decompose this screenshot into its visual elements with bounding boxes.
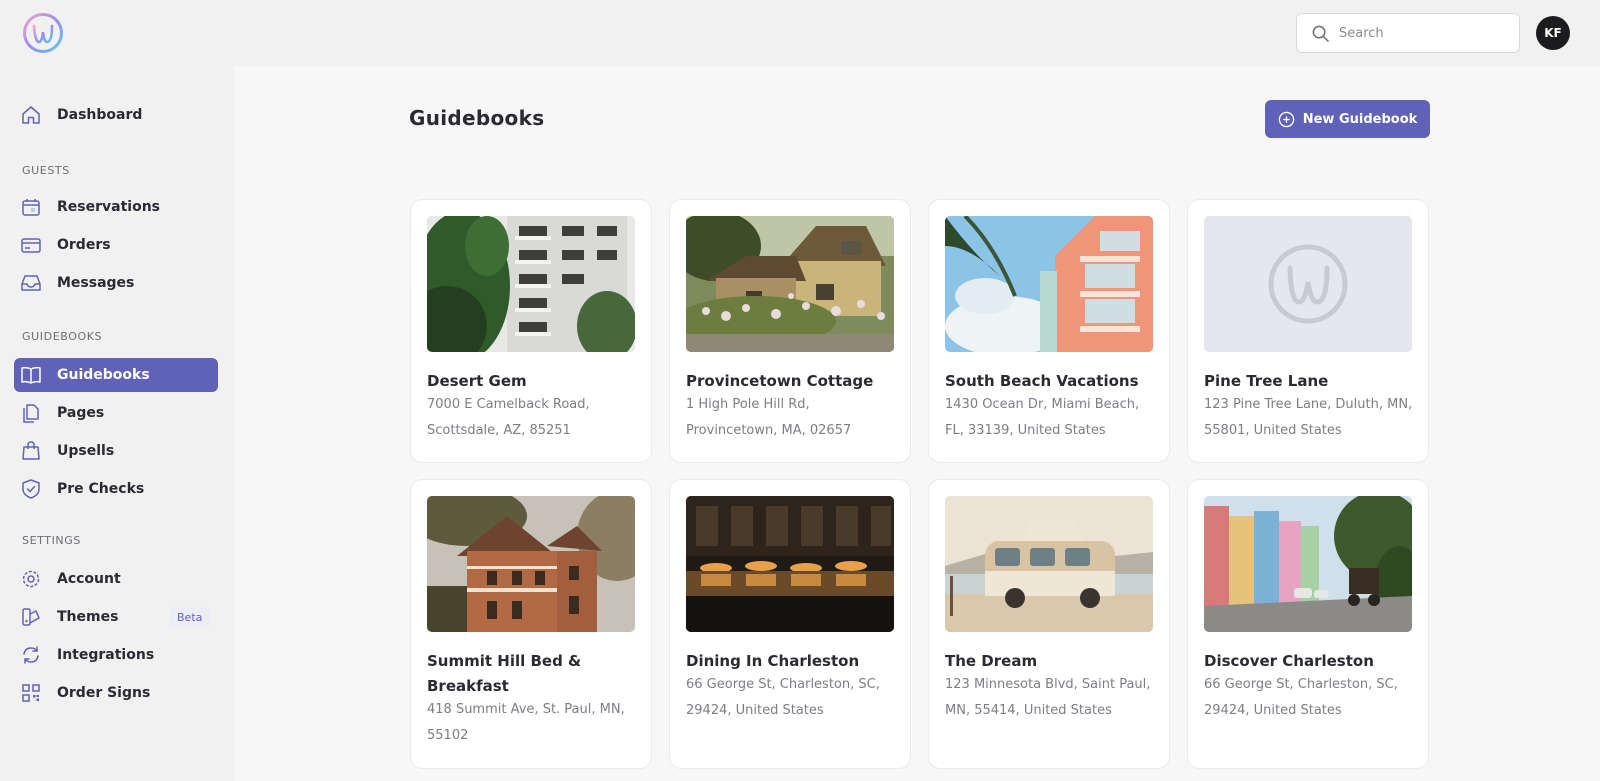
sidebar-item-orders[interactable]: Orders — [14, 228, 218, 262]
sidebar-item-label: Integrations — [57, 647, 155, 663]
guidebook-card[interactable]: Dining In Charleston 66 George St, Charl… — [669, 479, 911, 769]
guidebook-title: The Dream — [945, 652, 1038, 670]
main-content: Guidebooks New Guidebook Desert Gem 7000… — [234, 66, 1600, 781]
sidebar-item-label: Dashboard — [57, 107, 143, 123]
guidebook-title: Desert Gem — [427, 372, 527, 390]
guidebook-address: 123 Pine Tree Lane, Duluth, MN, 55801, U… — [1204, 397, 1413, 438]
sidebar: Dashboard GUESTS Reservations Orders Mes… — [0, 66, 234, 781]
guidebook-title: Pine Tree Lane — [1204, 372, 1329, 390]
guidebook-address: 1 High Pole Hill Rd, Provincetown, MA, 0… — [686, 397, 852, 438]
colorful-street-photo — [1204, 496, 1412, 632]
sidebar-item-label: Account — [57, 571, 121, 587]
placeholder-logo — [1204, 216, 1412, 352]
sidebar-item-label: Themes — [57, 609, 119, 625]
home-icon — [22, 106, 40, 124]
guidebook-card[interactable]: Desert Gem 7000 E Camelback Road, Scotts… — [410, 199, 652, 463]
guidebook-address: 418 Summit Ave, St. Paul, MN, 55102 — [427, 702, 625, 743]
sidebar-item-upsells[interactable]: Upsells — [14, 434, 218, 468]
art-deco-hotel-photo — [945, 216, 1153, 352]
search-icon — [1312, 25, 1329, 42]
guidebook-title: South Beach Vacations — [945, 372, 1139, 390]
sync-icon — [23, 646, 39, 664]
guidebook-title: Provincetown Cottage — [686, 372, 874, 390]
victorian-house-photo — [427, 496, 635, 632]
section-label-guidebooks: GUIDEBOOKS — [22, 330, 103, 343]
sidebar-item-dashboard[interactable]: Dashboard — [14, 98, 218, 132]
shopping-bag-icon — [22, 441, 40, 460]
credit-card-icon — [21, 238, 41, 253]
guidebook-card[interactable]: Summit Hill Bed & Breakfast 418 Summit A… — [410, 479, 652, 769]
guidebook-card[interactable]: Discover Charleston 66 George St, Charle… — [1187, 479, 1429, 769]
sidebar-item-order-signs[interactable]: Order Signs — [14, 676, 218, 710]
inbox-icon — [21, 275, 41, 291]
sidebar-item-pages[interactable]: Pages — [14, 396, 218, 430]
section-label-guests: GUESTS — [22, 164, 70, 177]
sidebar-item-label: Pre Checks — [57, 481, 145, 497]
sidebar-item-label: Orders — [57, 237, 111, 253]
camper-van-photo — [945, 496, 1153, 632]
sidebar-item-integrations[interactable]: Integrations — [14, 638, 218, 672]
guidebook-card[interactable]: South Beach Vacations 1430 Ocean Dr, Mia… — [928, 199, 1170, 463]
gear-icon — [22, 570, 40, 588]
qr-code-icon — [22, 684, 40, 702]
new-guidebook-button[interactable]: New Guidebook — [1265, 100, 1430, 138]
sidebar-item-pre-checks[interactable]: Pre Checks — [14, 472, 218, 506]
new-guidebook-label: New Guidebook — [1302, 111, 1418, 127]
guidebook-title: Dining In Charleston — [686, 652, 860, 670]
sidebar-item-messages[interactable]: Messages — [14, 266, 218, 300]
calendar-icon — [22, 199, 40, 216]
guidebook-address: 123 Minnesota Blvd, Saint Paul, MN, 5541… — [945, 677, 1151, 718]
sidebar-item-guidebooks[interactable]: Guidebooks — [14, 358, 218, 392]
sidebar-item-label: Upsells — [57, 443, 115, 459]
pages-icon — [23, 404, 39, 423]
sidebar-item-label: Reservations — [57, 199, 160, 215]
plus-circle-icon — [1278, 111, 1294, 127]
beta-badge: Beta — [169, 607, 211, 628]
palette-icon — [22, 608, 40, 626]
section-label-settings: SETTINGS — [22, 534, 81, 547]
guidebook-address: 66 George St, Charleston, SC, 29424, Uni… — [686, 677, 880, 718]
sidebar-item-reservations[interactable]: Reservations — [14, 190, 218, 224]
avatar[interactable]: KF — [1536, 16, 1570, 50]
page-title: Guidebooks — [409, 106, 545, 130]
cottage-photo — [686, 216, 894, 352]
sidebar-item-themes[interactable]: Themes Beta — [14, 600, 218, 634]
sidebar-item-account[interactable]: Account — [14, 562, 218, 596]
book-icon — [21, 366, 41, 384]
apartment-building-photo — [427, 216, 635, 352]
app-logo[interactable] — [22, 12, 64, 54]
sidebar-item-label: Messages — [57, 275, 135, 291]
guidebook-address: 1430 Ocean Dr, Miami Beach, FL, 33139, U… — [945, 397, 1140, 438]
guidebook-title: Summit Hill Bed & Breakfast — [427, 652, 582, 695]
guidebook-card[interactable]: The Dream 123 Minnesota Blvd, Saint Paul… — [928, 479, 1170, 769]
guidebook-address: 66 George St, Charleston, SC, 29424, Uni… — [1204, 677, 1398, 718]
search-box[interactable] — [1296, 13, 1520, 53]
guidebook-card[interactable]: Provincetown Cottage 1 High Pole Hill Rd… — [669, 199, 911, 463]
restaurant-night-photo — [686, 496, 894, 632]
sidebar-item-label: Pages — [57, 405, 105, 421]
sidebar-item-label: Order Signs — [57, 685, 151, 701]
shield-check-icon — [22, 479, 40, 499]
guidebook-card[interactable]: Pine Tree Lane 123 Pine Tree Lane, Dulut… — [1187, 199, 1429, 463]
sidebar-item-label: Guidebooks — [57, 367, 150, 383]
guidebook-title: Discover Charleston — [1204, 652, 1374, 670]
search-input[interactable] — [1339, 25, 1509, 41]
guidebook-address: 7000 E Camelback Road, Scottsdale, AZ, 8… — [427, 397, 590, 438]
